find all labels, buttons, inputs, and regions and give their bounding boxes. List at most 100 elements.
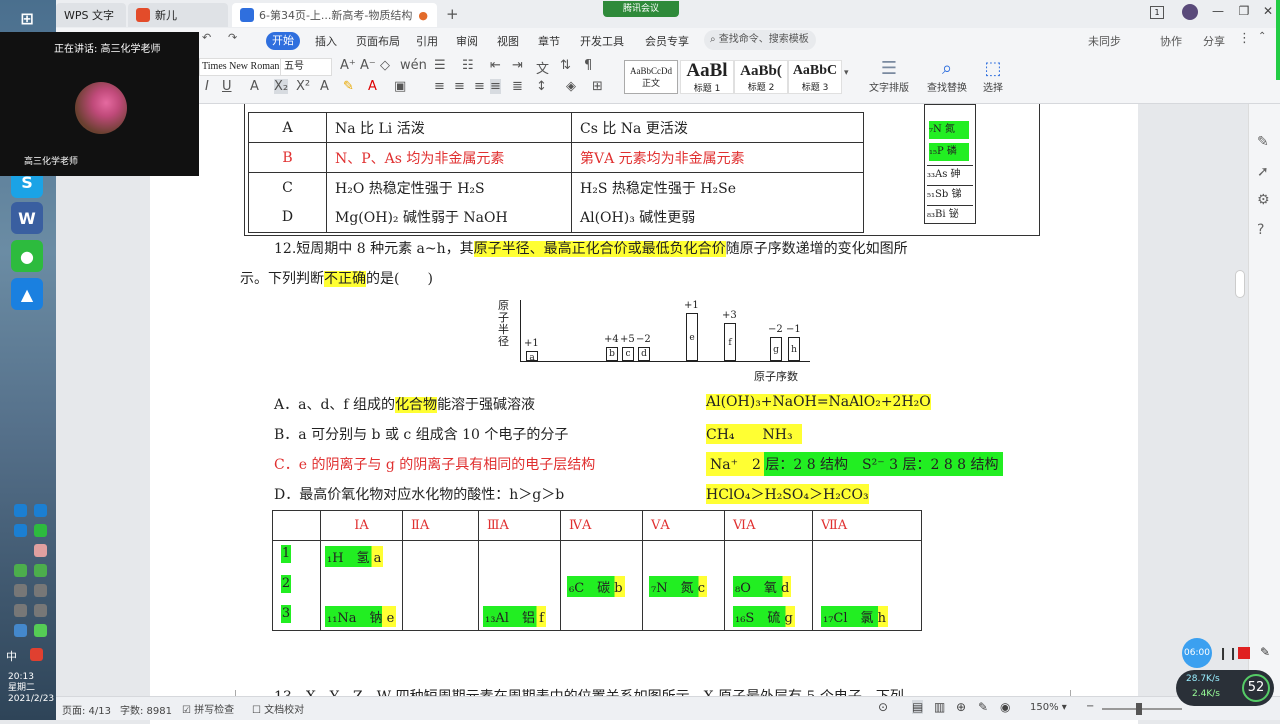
collapse-icon[interactable]: ⌃: [1258, 31, 1266, 42]
zoom-handle[interactable]: [1136, 703, 1142, 715]
tray-icon[interactable]: [14, 584, 27, 597]
proofread-icon[interactable]: ☐ 文档校对: [252, 701, 304, 716]
command-search[interactable]: ⌕ 查找命令、搜索模板: [704, 30, 816, 50]
tray-icon[interactable]: [14, 624, 27, 637]
tray-icon[interactable]: [34, 544, 47, 557]
share-button[interactable]: 分享: [1203, 33, 1225, 49]
justify-icon[interactable]: ≡: [490, 79, 501, 94]
page-indicator[interactable]: 页面: 4/13: [62, 702, 111, 717]
tray-icon[interactable]: [14, 604, 27, 617]
strike-icon[interactable]: A: [250, 79, 259, 94]
font-size-select[interactable]: 五号: [280, 58, 332, 76]
wechat-icon[interactable]: ●: [11, 240, 43, 272]
select-button[interactable]: ⬚ 选择: [976, 58, 1010, 94]
new-tab-icon[interactable]: +: [446, 5, 459, 23]
scrollbar-thumb[interactable]: [1235, 270, 1245, 298]
clear-format-icon[interactable]: ◇: [380, 58, 390, 73]
sync-status[interactable]: 未同步: [1088, 33, 1121, 49]
tray-icon[interactable]: [30, 648, 43, 661]
italic-icon[interactable]: I: [205, 79, 209, 94]
tray-icon[interactable]: [34, 524, 47, 537]
tray-icon[interactable]: [34, 564, 47, 577]
text-layout-button[interactable]: ☰ 文字排版: [866, 58, 912, 94]
redo-icon[interactable]: ↷: [228, 31, 237, 44]
page-view-icon[interactable]: ▤: [912, 700, 924, 714]
font-color-icon[interactable]: A: [368, 79, 377, 94]
eye-icon[interactable]: ◉: [1000, 700, 1010, 714]
meeting-icon[interactable]: ▲: [11, 278, 43, 310]
grow-font-icon[interactable]: A⁺: [340, 58, 356, 73]
net-monitor[interactable]: 28.7K/s 2.4K/s 52: [1176, 670, 1274, 706]
restore-icon[interactable]: ❐: [1232, 4, 1256, 22]
borders-icon[interactable]: ⊞: [592, 79, 603, 94]
zoom-slider[interactable]: [1102, 708, 1182, 710]
style-heading1[interactable]: AaBl 标题 1: [680, 60, 734, 94]
view-icon[interactable]: ⊙: [878, 700, 888, 714]
more-icon[interactable]: ⋮: [1238, 31, 1251, 46]
tray-icon[interactable]: [34, 624, 47, 637]
align-right-icon[interactable]: ≡: [474, 79, 485, 94]
underline-icon[interactable]: U: [222, 79, 232, 94]
tray-icon[interactable]: [34, 584, 47, 597]
menu-layout[interactable]: 页面布局: [356, 33, 400, 49]
menu-developer[interactable]: 开发工具: [580, 33, 624, 49]
tray-icon[interactable]: [14, 504, 27, 517]
find-replace-button[interactable]: ⌕ 查找替换: [922, 58, 972, 94]
help-icon[interactable]: ?: [1257, 222, 1264, 238]
outline-icon[interactable]: ✎: [978, 700, 988, 714]
zoom-out-icon[interactable]: −: [1086, 701, 1094, 712]
superscript-icon[interactable]: X²: [296, 79, 310, 94]
tab-new[interactable]: 新儿: [128, 3, 228, 27]
record-timer[interactable]: 06:00: [1182, 638, 1212, 668]
chinese-layout-icon[interactable]: 文: [536, 58, 549, 77]
user-avatar[interactable]: [1182, 4, 1198, 20]
menu-review[interactable]: 审阅: [456, 33, 478, 49]
ime-indicator[interactable]: 中: [6, 648, 17, 664]
style-normal[interactable]: AaBbCcDd 正文: [624, 60, 678, 94]
char-border-icon[interactable]: ▣: [394, 79, 406, 94]
tray-icon[interactable]: [34, 504, 47, 517]
tab-wps[interactable]: WPS 文字: [56, 3, 126, 27]
shrink-font-icon[interactable]: A⁻: [360, 58, 376, 73]
align-center-icon[interactable]: ≡: [454, 79, 465, 94]
align-left-icon[interactable]: ≡: [434, 79, 445, 94]
number-list-icon[interactable]: ☷: [462, 58, 474, 73]
menu-section[interactable]: 章节: [538, 33, 560, 49]
word-count[interactable]: 字数: 8981: [120, 702, 172, 717]
page-count-icon[interactable]: 1: [1150, 6, 1164, 19]
phonetic-icon[interactable]: wén: [400, 58, 427, 73]
shading-icon[interactable]: ◈: [566, 79, 576, 94]
meeting-badge[interactable]: 腾讯会议: [603, 1, 679, 17]
web-view-icon[interactable]: ⊕: [956, 700, 966, 714]
read-view-icon[interactable]: ▥: [934, 700, 945, 714]
edit-icon[interactable]: ✎: [1257, 134, 1269, 150]
collaborate-button[interactable]: 协作: [1160, 33, 1182, 49]
indent-icon[interactable]: ⇥: [512, 58, 523, 73]
style-heading2[interactable]: AaBb( 标题 2: [734, 60, 788, 94]
undo-icon[interactable]: ↶: [202, 31, 211, 44]
style-heading3[interactable]: AaBbC 标题 3: [788, 60, 842, 94]
highlight-icon[interactable]: ✎: [343, 79, 354, 94]
wps-icon[interactable]: W: [11, 202, 43, 234]
menu-member[interactable]: 会员专享: [645, 33, 689, 49]
bullet-list-icon[interactable]: ☰: [434, 58, 446, 73]
settings-icon[interactable]: ⚙: [1257, 192, 1270, 208]
video-window[interactable]: 正在讲话: 高三化学老师 高三化学老师: [0, 32, 199, 176]
pen-icon[interactable]: ✎: [1260, 645, 1270, 659]
pointer-icon[interactable]: ➚: [1257, 164, 1269, 180]
tray-icon[interactable]: [14, 524, 27, 537]
sort-icon[interactable]: ⇅: [560, 58, 571, 73]
minimize-icon[interactable]: —: [1206, 4, 1230, 22]
menu-references[interactable]: 引用: [416, 33, 438, 49]
zoom-level[interactable]: 150% ▾: [1030, 702, 1067, 713]
tray-icon[interactable]: [14, 564, 27, 577]
line-spacing-icon[interactable]: ↕: [536, 79, 547, 94]
clock[interactable]: 20:13 星期二 2021/2/23: [8, 672, 54, 705]
show-marks-icon[interactable]: ¶: [584, 58, 592, 73]
menu-insert[interactable]: 插入: [315, 33, 337, 49]
styles-more-icon[interactable]: ▾: [844, 68, 849, 78]
menu-view[interactable]: 视图: [497, 33, 519, 49]
subscript-icon[interactable]: X₂: [274, 79, 289, 94]
outdent-icon[interactable]: ⇤: [490, 58, 501, 73]
spellcheck-icon[interactable]: ☑ 拼写检查: [182, 701, 234, 716]
